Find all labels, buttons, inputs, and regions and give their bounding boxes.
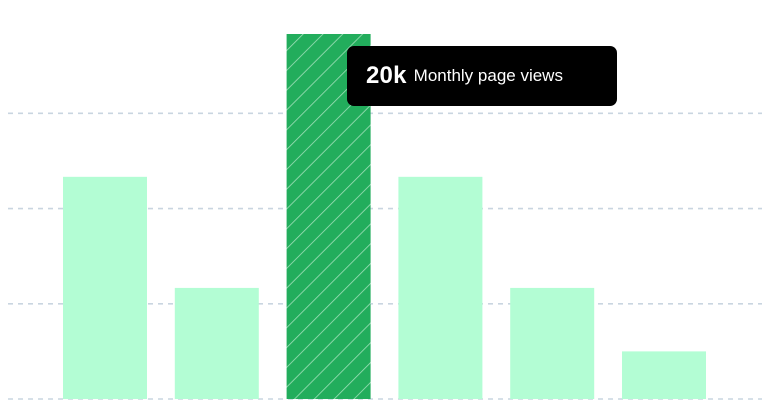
bar[interactable] xyxy=(174,287,259,399)
tooltip-value: 20k xyxy=(366,62,407,89)
bar[interactable] xyxy=(510,287,595,399)
chart-tooltip: 20k Monthly page views xyxy=(347,46,617,106)
bar-chart: 20k Monthly page views xyxy=(0,0,778,414)
bar[interactable] xyxy=(622,351,706,399)
tooltip-label: Monthly page views xyxy=(413,66,563,85)
bar[interactable] xyxy=(63,176,147,399)
bar[interactable] xyxy=(398,176,483,399)
